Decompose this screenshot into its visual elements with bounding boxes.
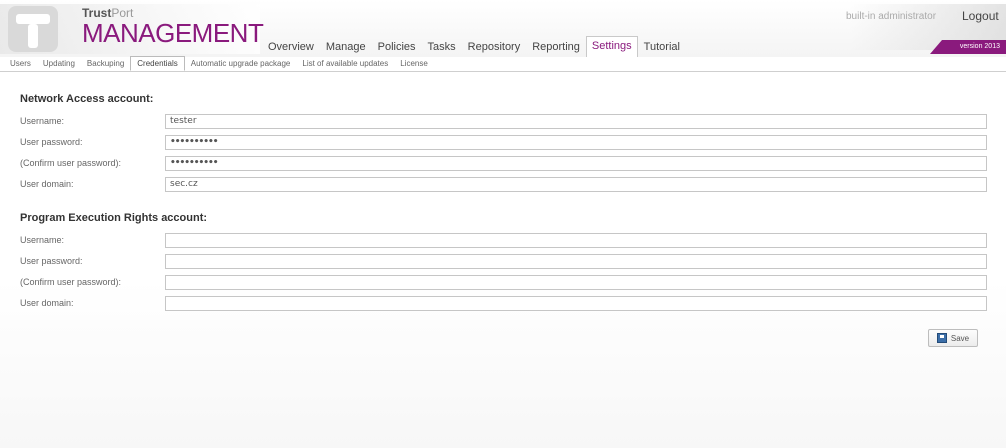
subtab-available-updates[interactable]: List of available updates — [296, 57, 394, 71]
network-domain-label: User domain: — [20, 179, 74, 189]
program-password-label: User password: — [20, 256, 83, 266]
subtab-backuping[interactable]: Backuping — [81, 57, 130, 71]
app-header: TrustPort MANAGEMENT Overview Manage Pol… — [0, 0, 1006, 57]
network-username-field[interactable]: tester — [165, 114, 987, 129]
program-confirm-password-label: (Confirm user password): — [20, 277, 122, 287]
current-user-label: built-in administrator — [846, 11, 937, 22]
save-button-label: Save — [950, 333, 970, 343]
settings-subnav: Users Updating Backuping Credentials Aut… — [0, 56, 1006, 72]
save-button[interactable]: Save — [928, 329, 978, 347]
subtab-credentials[interactable]: Credentials — [130, 56, 185, 71]
network-domain-field[interactable]: sec.cz — [165, 177, 987, 192]
network-confirm-password-label: (Confirm user password): — [20, 158, 122, 168]
nav-tutorial[interactable]: Tutorial — [638, 37, 686, 57]
network-account-title: Network Access account: — [20, 93, 154, 105]
subtab-users[interactable]: Users — [4, 57, 37, 71]
network-password-field[interactable]: •••••••••• — [165, 135, 987, 150]
nav-manage[interactable]: Manage — [320, 37, 372, 57]
program-confirm-password-field[interactable] — [165, 275, 987, 290]
nav-policies[interactable]: Policies — [372, 37, 422, 57]
program-username-label: Username: — [20, 235, 65, 245]
subtab-updating[interactable]: Updating — [37, 57, 81, 71]
subtab-automatic-upgrade-package[interactable]: Automatic upgrade package — [185, 57, 297, 71]
subtab-license[interactable]: License — [394, 57, 434, 71]
product-title: MANAGEMENT — [82, 18, 264, 48]
trustport-logo-icon — [8, 6, 58, 52]
network-password-label: User password: — [20, 137, 83, 147]
nav-tasks[interactable]: Tasks — [422, 37, 462, 57]
network-confirm-password-field[interactable]: •••••••••• — [165, 156, 987, 171]
nav-settings[interactable]: Settings — [585, 36, 638, 57]
program-password-field[interactable] — [165, 254, 987, 269]
program-username-field[interactable] — [165, 233, 987, 248]
logout-link[interactable]: Logout — [962, 9, 999, 23]
program-domain-field[interactable] — [165, 296, 987, 311]
network-username-label: Username: — [20, 116, 65, 126]
program-domain-label: User domain: — [20, 298, 74, 308]
nav-reporting[interactable]: Reporting — [526, 37, 586, 57]
floppy-disk-icon — [936, 333, 947, 343]
program-account-title: Program Execution Rights account: — [20, 212, 208, 224]
nav-repository[interactable]: Repository — [462, 37, 527, 57]
nav-overview[interactable]: Overview — [262, 37, 320, 57]
version-badge: version 2013 — [930, 40, 1006, 54]
credentials-panel: Network Access account: Username: tester… — [0, 73, 1006, 448]
main-nav: Overview Manage Policies Tasks Repositor… — [262, 36, 686, 57]
